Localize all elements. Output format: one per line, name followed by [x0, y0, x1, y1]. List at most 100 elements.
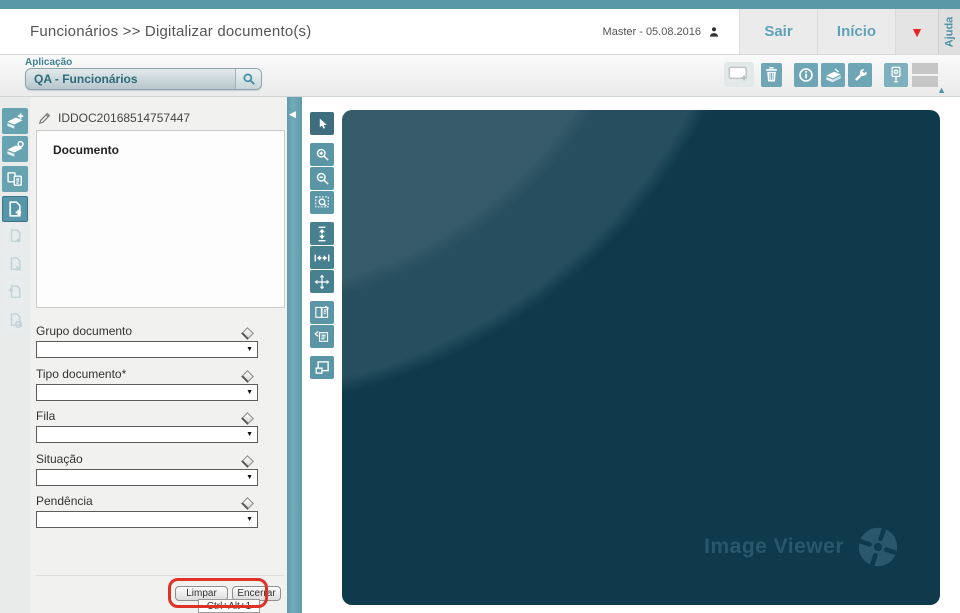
document-move-button-disabled [2, 280, 28, 306]
clear-field-icon[interactable] [241, 412, 254, 425]
pointer-icon [319, 118, 327, 129]
new-document-icon [724, 62, 754, 87]
red-triangle-icon: ▼ [910, 23, 924, 40]
chevron-down-icon: ▼ [246, 389, 253, 396]
zoom-out-button[interactable] [310, 167, 334, 190]
wrench-icon [854, 69, 867, 81]
fit-height-icon [318, 226, 326, 241]
page-flip-icon [314, 330, 329, 342]
panel-footer-divider [36, 575, 284, 576]
zoom-in-icon [316, 148, 329, 161]
collapse-left-icon[interactable]: ◀ [289, 109, 296, 120]
search-button[interactable] [235, 69, 261, 89]
pages-view-icon [315, 305, 330, 318]
user-session: Master - 05.08.2016 [603, 9, 739, 54]
viewer-toolbar [302, 97, 342, 613]
trash-button[interactable] [761, 62, 782, 87]
ajuda-tab[interactable]: Ajuda [938, 9, 960, 54]
collapse-toolbar-button[interactable]: ▲ [937, 86, 946, 95]
crop-button[interactable] [310, 356, 334, 379]
aplicacao-value: QA - Funcionários [34, 72, 138, 86]
field-pendencia: Pendência ▼ [36, 493, 258, 528]
info-button[interactable] [794, 62, 818, 87]
scanner-button[interactable] [821, 62, 845, 87]
grupo-documento-select[interactable]: ▼ [36, 341, 258, 358]
fit-width-icon [314, 254, 330, 261]
scan-config-icon [7, 140, 24, 157]
list-placeholder-icon [912, 62, 938, 87]
document-delete-button-disabled [2, 252, 28, 278]
main-area: IDDOC20168514757447 Documento Grupo docu… [0, 97, 960, 613]
document-copy-button-disabled [2, 224, 28, 250]
fit-width-button[interactable] [310, 246, 334, 269]
chevron-down-icon: ▼ [246, 516, 253, 523]
viewer-watermark: Image Viewer [704, 525, 900, 569]
index-form-panel: IDDOC20168514757447 Documento Grupo docu… [30, 97, 287, 613]
fila-label: Fila [36, 409, 56, 423]
document-add-icon [9, 201, 22, 217]
image-viewer[interactable]: Image Viewer [342, 110, 940, 605]
sair-label: Sair [764, 23, 793, 40]
clear-field-icon[interactable] [241, 497, 254, 510]
shortcut-tooltip: Ctrl+Alt+1 [198, 599, 260, 613]
document-merge-icon [10, 313, 23, 329]
ajuda-label: Ajuda [943, 16, 956, 47]
zoom-out-icon [316, 172, 329, 185]
app-window: Funcionários >> Digitalizar documento(s)… [0, 0, 960, 613]
fit-height-button[interactable] [310, 222, 334, 245]
aplicacao-select[interactable]: QA - Funcionários [25, 68, 262, 90]
top-toolbar [724, 62, 938, 87]
pencil-icon [38, 112, 51, 125]
documents-exchange-button[interactable] [2, 166, 28, 192]
pendencia-select[interactable]: ▼ [36, 511, 258, 528]
pages-view-button[interactable] [310, 301, 334, 324]
document-add-button[interactable] [2, 196, 28, 222]
documents-exchange-icon [7, 172, 22, 186]
trash-icon [766, 67, 777, 82]
wrench-button[interactable] [848, 62, 872, 87]
field-tipo-documento: Tipo documento* ▼ [36, 366, 258, 401]
breadcrumb: Funcionários >> Digitalizar documento(s) [30, 23, 312, 40]
sair-button[interactable]: Sair [739, 9, 817, 54]
document-move-icon [8, 285, 21, 298]
clear-field-icon[interactable] [241, 370, 254, 383]
scan-add-icon [7, 113, 24, 129]
aperture-logo-icon [858, 527, 898, 567]
viewer-watermark-text: Image Viewer [704, 535, 844, 558]
scan-config-button[interactable] [2, 136, 28, 162]
scan-add-button[interactable] [2, 108, 28, 134]
menu-dropdown-button[interactable]: ▼ [895, 9, 938, 54]
field-situacao: Situação ▼ [36, 451, 258, 486]
pan-icon [314, 274, 330, 289]
document-seal-icon [891, 66, 901, 83]
grupo-documento-label: Grupo documento [36, 324, 133, 338]
document-section-title: Documento [53, 143, 119, 157]
panel-splitter[interactable]: ◀ [287, 97, 302, 613]
chevron-down-icon: ▼ [246, 431, 253, 438]
left-toolbar [0, 97, 30, 613]
document-id-value: IDDOC20168514757447 [58, 111, 191, 125]
chevron-down-icon: ▼ [246, 346, 253, 353]
page-flip-button[interactable] [310, 325, 334, 348]
document-delete-icon [10, 257, 22, 272]
pointer-tool-button[interactable] [310, 112, 334, 135]
pan-button[interactable] [310, 270, 334, 293]
search-icon [242, 73, 255, 85]
fila-select[interactable]: ▼ [36, 426, 258, 443]
info-icon [799, 67, 813, 82]
inicio-button[interactable]: Início [817, 9, 895, 54]
zoom-in-button[interactable] [310, 143, 334, 166]
crop-icon [315, 361, 329, 374]
situacao-label: Situação [36, 452, 83, 466]
tipo-documento-select[interactable]: ▼ [36, 384, 258, 401]
document-merge-button-disabled [2, 308, 28, 334]
field-fila: Fila ▼ [36, 408, 258, 443]
clear-field-icon[interactable] [241, 455, 254, 468]
tipo-documento-label: Tipo documento* [36, 367, 127, 381]
situacao-select[interactable]: ▼ [36, 469, 258, 486]
application-bar: Aplicação QA - Funcionários ▲ [0, 55, 960, 97]
document-seal-button[interactable] [884, 62, 908, 87]
zoom-region-button[interactable] [310, 191, 334, 214]
field-grupo-documento: Grupo documento ▼ [36, 323, 258, 358]
clear-field-icon[interactable] [241, 327, 254, 340]
